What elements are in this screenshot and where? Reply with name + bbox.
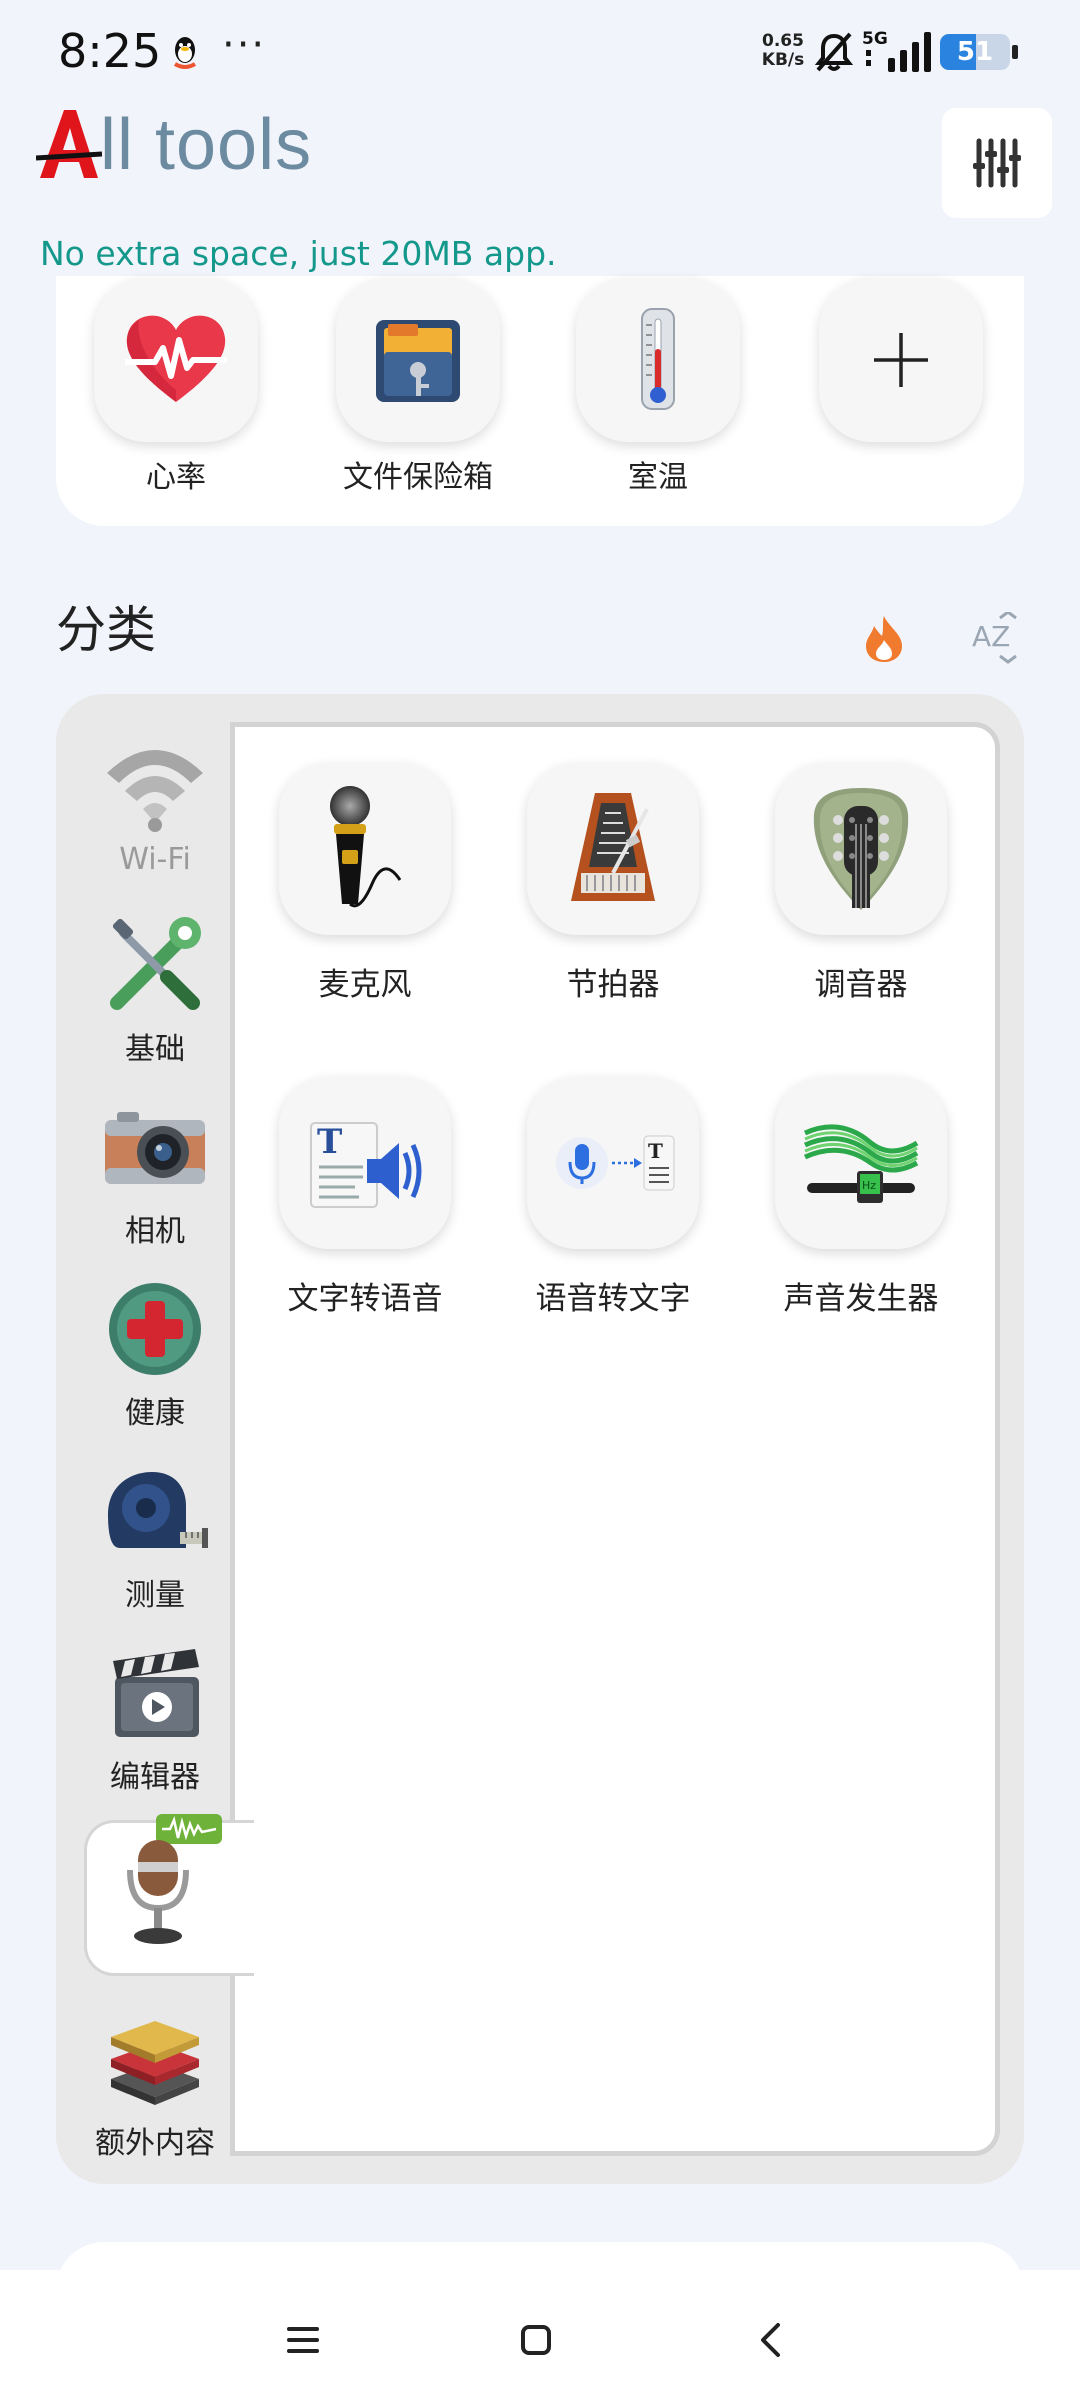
category-health[interactable]: 健康 [74,1264,236,1444]
guitar-tuner-icon [813,788,909,910]
network-speed: 0.65 KB/s [758,32,808,70]
category-label: 编辑器 [110,1760,200,1795]
tool-metronome[interactable]: 节拍器 [493,763,733,1004]
tool-sound-generator[interactable]: Hz 声音发生器 [741,1077,981,1318]
sort-by-popular-button[interactable] [862,614,906,664]
tool-label: 调音器 [814,967,908,1003]
status-bar: 8:25 ··· 0.65 KB/s 5G 51 [0,0,1080,100]
tool-label: 语音转文字 [535,1281,691,1317]
network-speed-value: 0.65 [762,31,804,51]
file-vault-icon [376,320,460,402]
plus-icon [874,333,928,387]
tool-tuner[interactable]: 调音器 [741,763,981,1004]
network-type: 5G [862,29,888,49]
filter-settings-button[interactable] [942,108,1052,218]
category-label: 相机 [125,1214,185,1249]
app-title: ll tools [100,105,313,185]
battery-icon: 51 [940,34,1020,70]
tool-text-to-speech[interactable]: T 文字转语音 [245,1077,485,1318]
sliders-icon [973,138,1021,188]
audio-microphone-icon [126,1814,222,1944]
battery-level: 51 [956,37,994,67]
favorite-room-temperature[interactable]: 室温 [558,276,758,496]
sort-az-label: AZ [972,620,1010,653]
bell-muted-icon [814,30,854,74]
home-icon [521,2325,551,2355]
svg-text:T: T [648,1139,663,1163]
svg-text:T: T [317,1122,342,1162]
navigation-bar [0,2270,1080,2400]
tool-label: 麦克风 [318,967,412,1003]
tools-icon [110,917,201,1010]
category-label: Wi-Fi [119,842,191,877]
thermometer-icon [641,308,675,410]
qq-notification-icon [168,34,202,70]
category-editor[interactable]: 编辑器 [74,1628,236,1808]
tool-label: 声音发生器 [783,1281,939,1317]
category-label: 测量 [125,1578,185,1613]
wifi-icon [107,750,203,832]
health-icon [109,1283,201,1375]
network-speed-unit: KB/s [761,50,805,70]
back-button[interactable] [740,2310,800,2370]
clapperboard-icon [113,1649,199,1737]
category-audio[interactable] [84,1814,254,1976]
category-extras[interactable]: 额外内容 [74,1994,236,2174]
status-time: 8:25 [58,24,162,78]
heart-rate-icon [125,315,227,402]
category-label: 额外内容 [95,2126,215,2161]
category-label: 健康 [125,1396,185,1431]
category-basic[interactable]: 基础 [74,900,236,1080]
tape-measure-icon [108,1472,208,1548]
add-favorite-button[interactable] [801,276,1001,452]
categories-panel: Wi-Fi 基础 相机 健康 测量 编辑器 额外内容 麦克风 节拍器 调音器 T… [56,694,1024,2184]
category-wifi[interactable]: Wi-Fi [74,718,236,898]
favorites-card: 心率 文件保险箱 室温 [56,276,1024,526]
category-measure[interactable]: 测量 [74,1446,236,1626]
extras-stack-icon [111,2021,199,2105]
more-notifications-icon: ··· [222,22,267,68]
camera-icon [105,1112,205,1184]
cell-signal-icon: 5G [860,28,932,74]
sort-az-icon: AZ [972,610,1017,664]
favorite-label: 心率 [146,460,206,495]
menu-icon [287,2327,319,2353]
category-label: 基础 [125,1032,185,1067]
favorite-label: 文件保险箱 [343,460,493,495]
sort-alphabetical-button[interactable]: AZ [970,610,1024,664]
tagline: No extra space, just 20MB app. [40,234,557,273]
microphone-icon [330,786,402,908]
favorite-heart-rate[interactable]: 心率 [76,276,276,496]
app-logo [35,106,103,182]
metronome-icon [571,793,655,901]
category-camera[interactable]: 相机 [74,1082,236,1262]
favorite-label: 室温 [628,460,688,495]
svg-text:Hz: Hz [862,1179,876,1192]
sound-generator-icon: Hz [803,1124,919,1203]
favorite-file-vault[interactable]: 文件保险箱 [318,276,518,496]
category-sidebar: Wi-Fi 基础 相机 健康 测量 编辑器 额外内容 [56,694,254,2184]
menu-button[interactable] [273,2310,333,2370]
speech-to-text-icon: T [556,1135,675,1191]
home-button[interactable] [506,2310,566,2370]
text-to-speech-icon: T [310,1122,422,1208]
tool-label: 文字转语音 [287,1281,443,1317]
category-tools-grid: 麦克风 节拍器 调音器 T 文字转语音 T 语音转文字 Hz 声音发生器 [230,722,1000,2156]
fire-icon [866,616,902,662]
categories-title: 分类 [56,601,156,659]
tool-speech-to-text[interactable]: T 语音转文字 [493,1077,733,1318]
tool-label: 节拍器 [566,967,660,1003]
tool-microphone[interactable]: 麦克风 [245,763,485,1004]
back-icon [761,2323,780,2357]
